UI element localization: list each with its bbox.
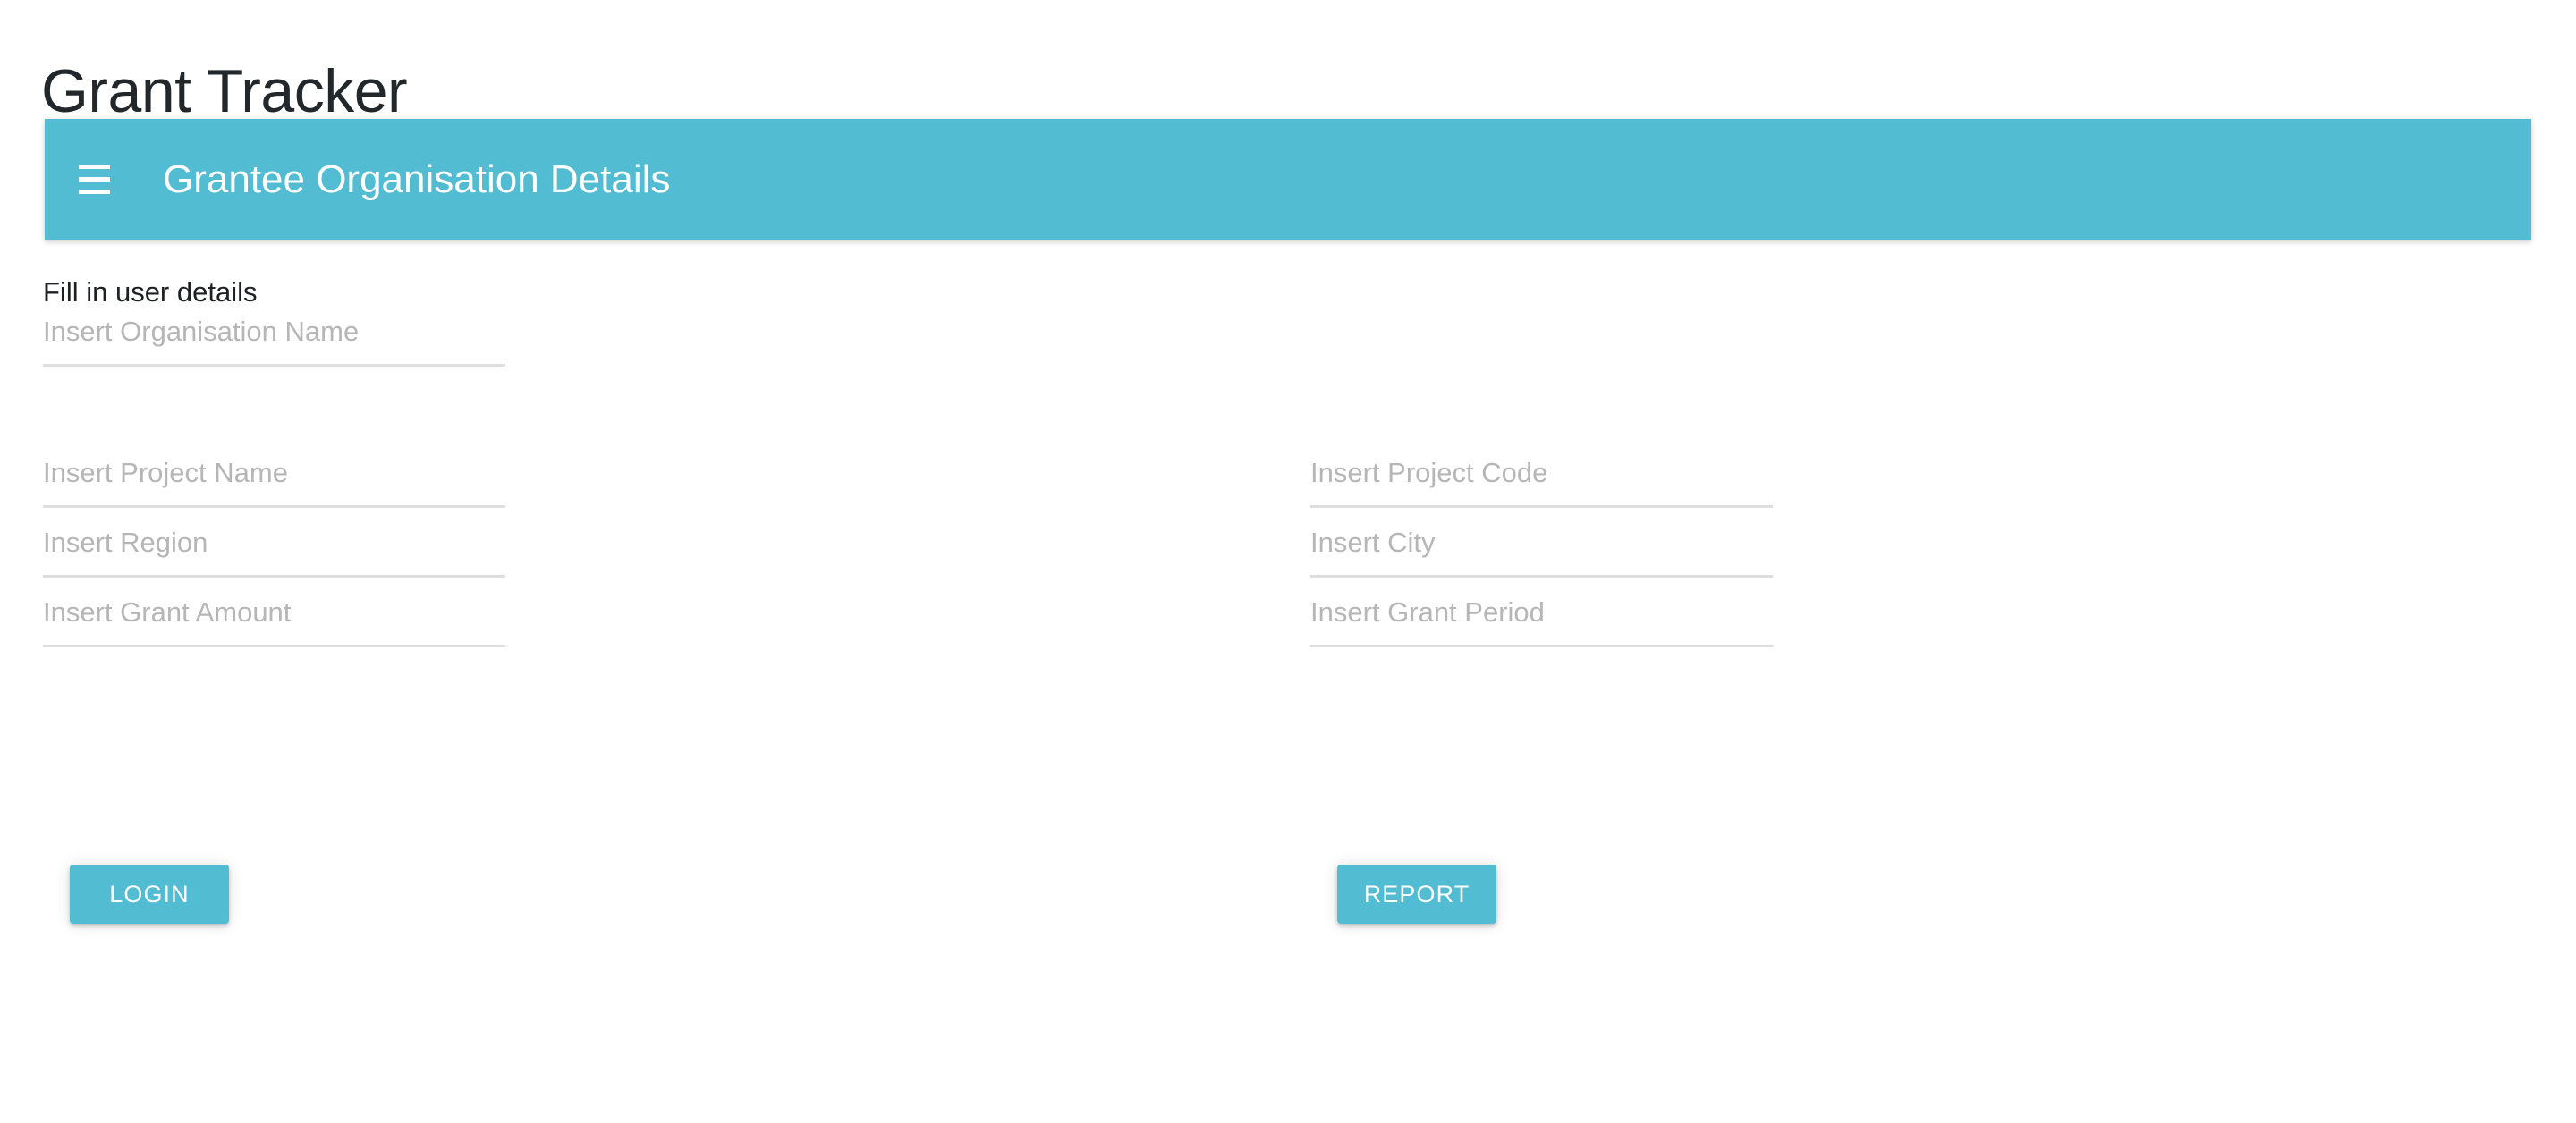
field-region	[43, 524, 505, 594]
field-grant-amount	[43, 594, 505, 663]
grant-period-input[interactable]	[1310, 594, 1773, 647]
hamburger-bar-bottom	[79, 190, 110, 194]
report-button[interactable]: REPORT	[1337, 865, 1496, 924]
login-button[interactable]: LOGIN	[70, 865, 229, 924]
hamburger-menu-icon[interactable]	[79, 155, 129, 205]
hamburger-bar-top	[79, 165, 110, 169]
hamburger-bar-middle	[79, 177, 110, 182]
field-project-code	[1310, 454, 1773, 524]
form-section-label: Fill in user details	[43, 276, 258, 308]
field-project-name	[43, 454, 505, 524]
region-input[interactable]	[43, 524, 505, 578]
field-grant-period	[1310, 594, 1773, 663]
field-city	[1310, 524, 1773, 594]
organisation-name-input[interactable]	[43, 313, 505, 367]
city-input[interactable]	[1310, 524, 1773, 578]
project-code-input[interactable]	[1310, 454, 1773, 508]
app-root: Grant Tracker Grantee Organisation Detai…	[0, 0, 2576, 1123]
field-organisation-name	[43, 313, 505, 383]
page-title: Grant Tracker	[41, 56, 408, 125]
toolbar-title: Grantee Organisation Details	[163, 156, 671, 201]
grant-amount-input[interactable]	[43, 594, 505, 647]
app-toolbar: Grantee Organisation Details	[45, 119, 2531, 240]
project-name-input[interactable]	[43, 454, 505, 508]
